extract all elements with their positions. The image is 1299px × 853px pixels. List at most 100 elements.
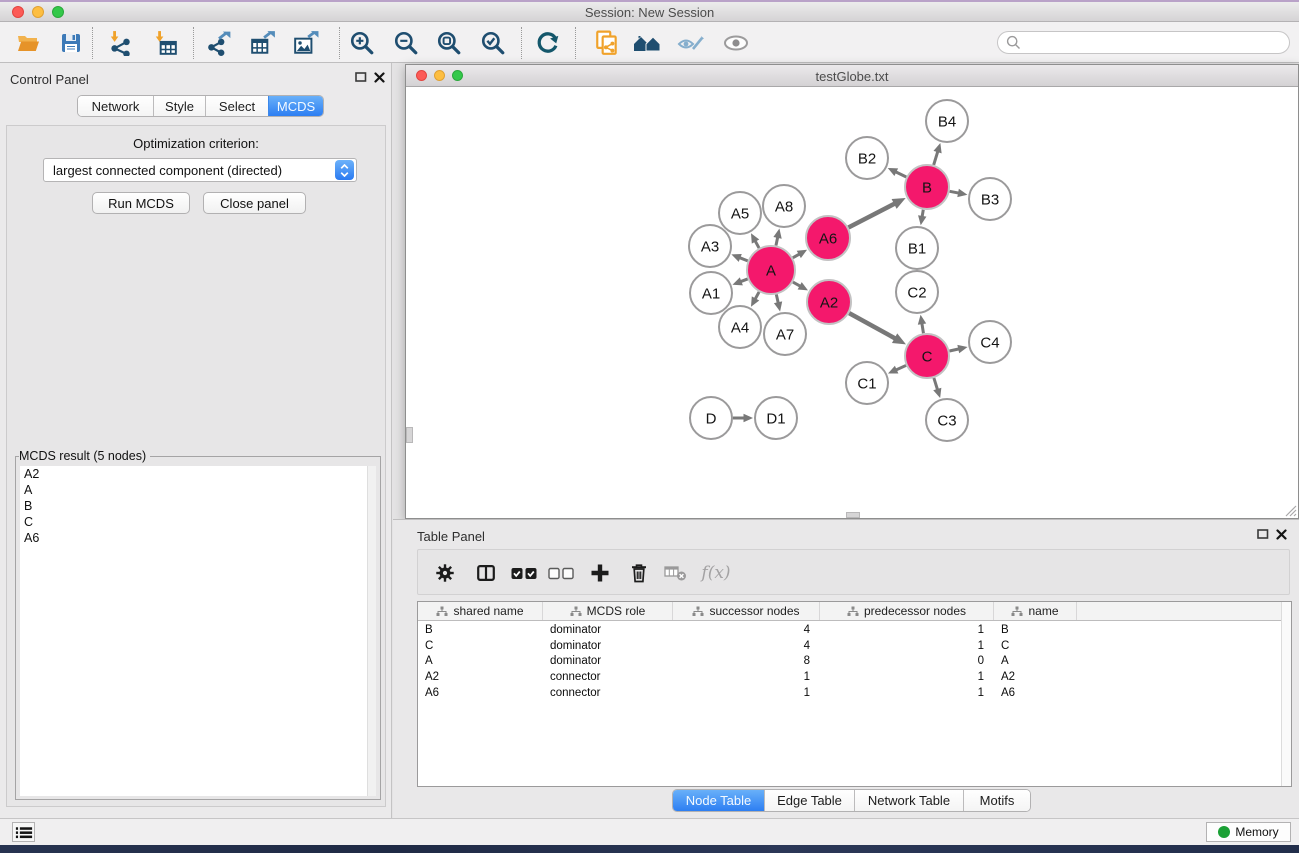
zoom-fit-icon[interactable] [433,28,465,58]
import-table-icon[interactable] [149,28,181,58]
cell-predecessor-nodes[interactable]: 1 [820,671,994,683]
export-network-icon[interactable] [203,28,235,58]
cell-MCDS-role[interactable]: connector [543,671,673,683]
result-item-c[interactable]: C [20,514,376,530]
export-image-icon[interactable] [290,28,322,58]
tab-mcds[interactable]: MCDS [268,96,323,116]
export-table-icon[interactable] [247,28,279,58]
result-item-a6[interactable]: A6 [20,530,376,546]
refresh-icon[interactable] [532,28,564,58]
optimization-criterion-label: Optimization criterion: [7,136,385,151]
cell-name[interactable]: C [994,640,1077,652]
close-table-panel-icon[interactable] [1276,529,1287,540]
network-from-file-icon[interactable] [591,28,623,58]
column-header-successor-nodes[interactable]: successor nodes [673,602,820,620]
home-icon[interactable] [631,28,663,58]
result-item-a[interactable]: A [20,482,376,498]
criterion-select[interactable]: largest connected component (directed) [43,158,357,182]
float-table-panel-icon[interactable] [1257,529,1269,540]
table-row-b[interactable]: Bdominator41B [418,622,1291,638]
deselect-all-icon[interactable] [546,559,576,587]
column-header-predecessor-nodes[interactable]: predecessor nodes [820,602,994,620]
settings-gear-icon[interactable] [430,559,460,587]
zoom-selected-icon[interactable] [477,28,509,58]
tab-style[interactable]: Style [153,96,205,116]
table-row-a[interactable]: Adominator80A [418,653,1291,669]
graph-edge-C-C3[interactable] [934,378,938,391]
cell-successor-nodes[interactable]: 8 [673,655,820,667]
table-row-c[interactable]: Cdominator41C [418,638,1291,654]
network-canvas[interactable]: AA2A6BCA1A3A4A5A7A8B1B2B3B4C1C2C3C4DD1 [406,88,1298,518]
cell-predecessor-nodes[interactable]: 1 [820,687,994,699]
show-annotations-icon[interactable] [720,28,752,58]
table-scrollbar[interactable] [1281,602,1291,786]
cell-MCDS-role[interactable]: connector [543,687,673,699]
search-input[interactable] [1021,36,1271,50]
graph-node-label-B1: B1 [908,241,926,258]
toolbar-separator [575,27,576,59]
float-panel-icon[interactable] [355,72,367,83]
resize-grip-icon[interactable] [1282,502,1297,517]
network-left-scrollbar-thumb[interactable] [406,427,413,443]
cell-successor-nodes[interactable]: 1 [673,687,820,699]
show-columns-icon[interactable] [471,559,501,587]
cell-name[interactable]: A2 [994,671,1077,683]
graph-node-label-B4: B4 [938,114,956,131]
zoom-in-icon[interactable] [346,28,378,58]
table-row-a2[interactable]: A2connector11A2 [418,669,1291,685]
tab-network[interactable]: Network [78,96,153,116]
select-all-icon[interactable] [509,559,539,587]
graph-edge-B-B4[interactable] [934,150,938,165]
cell-predecessor-nodes[interactable]: 0 [820,655,994,667]
tab-node-table[interactable]: Node Table [673,790,764,811]
result-list-scrollbar[interactable] [367,466,376,796]
close-panel-button[interactable]: Close panel [203,192,306,214]
hide-annotations-icon[interactable] [675,28,707,58]
column-header-shared-name[interactable]: shared name [418,602,543,620]
cell-name[interactable]: A6 [994,687,1077,699]
result-item-a2[interactable]: A2 [20,466,376,482]
open-session-icon[interactable] [12,28,44,58]
column-header-MCDS-role[interactable]: MCDS role [543,602,673,620]
task-history-button[interactable] [12,822,35,842]
memory-button[interactable]: Memory [1206,822,1291,842]
function-builder-icon[interactable]: f(x) [694,559,738,587]
search-field[interactable] [997,31,1290,54]
import-network-icon[interactable] [104,28,136,58]
cell-shared-name[interactable]: A [418,655,543,667]
column-type-icon [692,606,704,617]
cell-MCDS-role[interactable]: dominator [543,655,673,667]
cell-name[interactable]: A [994,655,1077,667]
zoom-out-icon[interactable] [390,28,422,58]
network-bottom-scrollbar-thumb[interactable] [846,512,860,518]
cell-predecessor-nodes[interactable]: 1 [820,640,994,652]
delete-table-icon[interactable] [661,559,691,587]
close-panel-icon[interactable] [374,72,385,83]
tab-motifs[interactable]: Motifs [963,790,1030,811]
tab-network-table[interactable]: Network Table [854,790,963,811]
result-item-b[interactable]: B [20,498,376,514]
cell-successor-nodes[interactable]: 4 [673,624,820,636]
cell-shared-name[interactable]: A6 [418,687,543,699]
cell-successor-nodes[interactable]: 1 [673,671,820,683]
mcds-panel: Optimization criterion: largest connecte… [6,125,386,807]
table-row-a6[interactable]: A6connector11A6 [418,685,1291,701]
cell-name[interactable]: B [994,624,1077,636]
cell-shared-name[interactable]: A2 [418,671,543,683]
cell-successor-nodes[interactable]: 4 [673,640,820,652]
run-mcds-button[interactable]: Run MCDS [92,192,190,214]
delete-column-icon[interactable] [624,559,654,587]
cell-shared-name[interactable]: C [418,640,543,652]
tab-select[interactable]: Select [205,96,268,116]
cell-MCDS-role[interactable]: dominator [543,624,673,636]
graph-node-label-A2: A2 [820,295,838,312]
graph-edge-A6-B[interactable] [848,203,895,227]
save-session-icon[interactable] [55,28,87,58]
add-column-icon[interactable] [585,559,615,587]
cell-MCDS-role[interactable]: dominator [543,640,673,652]
cell-predecessor-nodes[interactable]: 1 [820,624,994,636]
cell-shared-name[interactable]: B [418,624,543,636]
graph-edge-A2-C[interactable] [849,313,896,339]
tab-edge-table[interactable]: Edge Table [764,790,854,811]
column-header-name[interactable]: name [994,602,1077,620]
